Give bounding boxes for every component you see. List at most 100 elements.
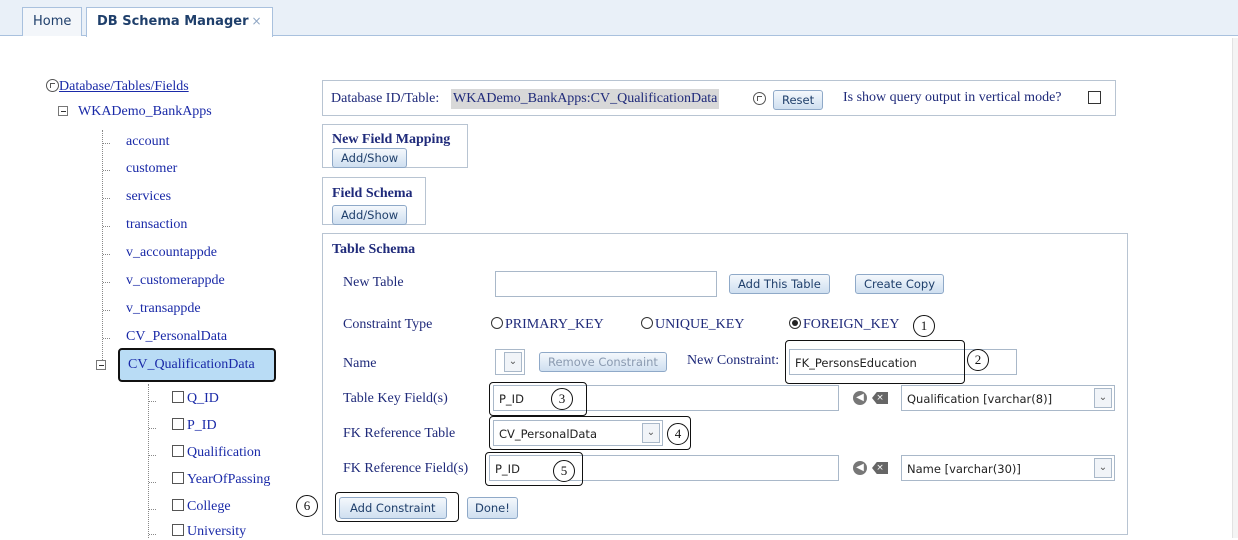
- tree-selected-table-label: CV_QualificationData: [128, 357, 255, 372]
- circle-arrow-left-icon[interactable]: ◀: [853, 461, 867, 475]
- vertical-mode-label: Is show query output in vertical mode?: [843, 90, 1062, 105]
- tree-database-node[interactable]: WKADemo_BankApps: [58, 104, 212, 120]
- table-schema-panel: Table Schema New Table Add This Table Cr…: [322, 233, 1128, 535]
- remove-constraint-button[interactable]: Remove Constraint: [539, 352, 667, 372]
- create-copy-button[interactable]: Create Copy: [855, 274, 945, 294]
- table-key-field-select[interactable]: Qualification [varchar(8)] ⌄: [901, 385, 1115, 411]
- tree-table-item[interactable]: services: [126, 189, 171, 205]
- tree-table-item[interactable]: v_accountappde: [126, 245, 217, 261]
- tree-table-item[interactable]: v_transappde: [126, 301, 201, 317]
- new-table-input[interactable]: [495, 271, 717, 297]
- tree-table-item[interactable]: customer: [126, 161, 177, 177]
- field-checkbox[interactable]: [172, 499, 184, 511]
- primary-key-radio[interactable]: [491, 317, 503, 329]
- field-label: P_ID: [187, 418, 217, 433]
- db-table-header: Database ID/Table: WKADemo_BankApps:CV_Q…: [322, 80, 1116, 116]
- unique-key-radio[interactable]: [641, 317, 653, 329]
- backspace-icon[interactable]: ×: [872, 462, 888, 474]
- tree-tick: [103, 282, 110, 283]
- field-schema-add-show-button[interactable]: Add/Show: [332, 205, 408, 225]
- tree-tick: [149, 534, 156, 535]
- db-table-value: WKADemo_BankApps:CV_QualificationData: [451, 89, 720, 109]
- tree-field-item[interactable]: P_ID: [172, 418, 217, 434]
- collapse-icon[interactable]: [96, 360, 106, 370]
- new-table-label: New Table: [343, 275, 404, 290]
- fk-table-label: FK Reference Table: [343, 426, 456, 441]
- tab-home[interactable]: Home: [22, 7, 83, 36]
- fk-field-select[interactable]: Name [varchar(30)] ⌄: [901, 455, 1115, 481]
- tree-field-item[interactable]: College: [172, 499, 231, 515]
- tree-table-item[interactable]: v_customerappde: [126, 273, 225, 289]
- new-constraint-label: New Constraint:: [687, 353, 780, 368]
- tree-selected-table[interactable]: CV_QualificationData: [118, 348, 276, 382]
- fk-field-label: FK Reference Field(s): [343, 461, 469, 476]
- field-checkbox[interactable]: [172, 391, 184, 403]
- tree-table-item[interactable]: account: [126, 134, 170, 150]
- chevron-down-icon[interactable]: ⌄: [1094, 458, 1112, 478]
- tree-tick: [103, 338, 110, 339]
- fk-field-select-value: Name [varchar(30)]: [907, 462, 1021, 476]
- field-checkbox[interactable]: [172, 524, 184, 536]
- tree-tick: [149, 428, 156, 429]
- vertical-mode-checkbox[interactable]: [1088, 91, 1101, 104]
- field-label: University: [187, 524, 247, 539]
- refresh-icon[interactable]: [46, 79, 59, 92]
- highlight-box: [785, 340, 965, 384]
- tree-field-item[interactable]: Q_ID: [172, 391, 219, 407]
- field-checkbox[interactable]: [172, 418, 184, 430]
- constraint-name-select[interactable]: ⌄: [495, 349, 525, 375]
- tab-db-schema-manager[interactable]: DB Schema Manager ×: [86, 7, 273, 37]
- foreign-key-label: FOREIGN_KEY: [803, 317, 900, 332]
- field-checkbox[interactable]: [172, 445, 184, 457]
- field-checkbox[interactable]: [172, 472, 184, 484]
- new-field-mapping-panel: New Field Mapping Add/Show: [322, 124, 468, 168]
- foreign-key-radio[interactable]: [789, 317, 801, 329]
- backspace-icon[interactable]: ×: [872, 392, 888, 404]
- tree-tick: [149, 509, 156, 510]
- add-constraint-button[interactable]: Add Constraint: [339, 497, 447, 519]
- callout-marker: 2: [967, 349, 989, 371]
- tree-connector: [102, 130, 103, 362]
- db-table-label: Database ID/Table:: [331, 91, 440, 106]
- tree-table-item[interactable]: transaction: [126, 217, 187, 233]
- tree-tick: [149, 482, 156, 483]
- tree-tick: [103, 170, 110, 171]
- tab-home-label: Home: [33, 14, 72, 29]
- tree-field-item[interactable]: YearOfPassing: [172, 472, 270, 488]
- chevron-down-icon[interactable]: ⌄: [1094, 388, 1112, 408]
- field-label: Q_ID: [187, 391, 219, 406]
- primary-key-radio-option[interactable]: PRIMARY_KEY: [491, 317, 604, 333]
- tree-root[interactable]: Database/Tables/Fields: [46, 79, 189, 95]
- unique-key-radio-option[interactable]: UNIQUE_KEY: [641, 317, 744, 333]
- chevron-down-icon[interactable]: ⌄: [504, 352, 522, 372]
- tree-tick: [149, 455, 156, 456]
- highlight-box: [489, 416, 691, 450]
- new-field-mapping-add-show-button[interactable]: Add/Show: [332, 148, 408, 168]
- tree-connector: [148, 384, 149, 538]
- callout-marker: 1: [913, 315, 935, 337]
- circle-arrow-left-icon[interactable]: ◀: [853, 391, 867, 405]
- tree-database-label[interactable]: WKADemo_BankApps: [78, 104, 212, 119]
- foreign-key-radio-option[interactable]: FOREIGN_KEY: [789, 317, 899, 333]
- scrollbar[interactable]: [1232, 38, 1238, 538]
- tree-root-label[interactable]: Database/Tables/Fields: [59, 79, 189, 94]
- field-label: YearOfPassing: [187, 472, 271, 487]
- done-button[interactable]: Done!: [467, 497, 518, 519]
- close-icon[interactable]: ×: [251, 14, 261, 28]
- callout-marker: 5: [553, 460, 575, 482]
- add-this-table-button[interactable]: Add This Table: [729, 274, 830, 294]
- table-key-label: Table Key Field(s): [343, 391, 448, 406]
- field-schema-panel: Field Schema Add/Show: [322, 177, 426, 225]
- primary-key-label: PRIMARY_KEY: [505, 317, 604, 332]
- tree-tick: [103, 310, 110, 311]
- reset-button[interactable]: Reset: [773, 90, 824, 110]
- collapse-icon[interactable]: [58, 106, 68, 116]
- tree-tick: [103, 198, 110, 199]
- refresh-icon[interactable]: [753, 92, 766, 105]
- tree-tick: [103, 143, 110, 144]
- name-label: Name: [343, 356, 377, 371]
- constraint-type-label: Constraint Type: [343, 317, 433, 332]
- tree-tick: [103, 254, 110, 255]
- tree-field-item[interactable]: Qualification: [172, 445, 261, 461]
- tree-table-item[interactable]: CV_PersonalData: [126, 329, 227, 345]
